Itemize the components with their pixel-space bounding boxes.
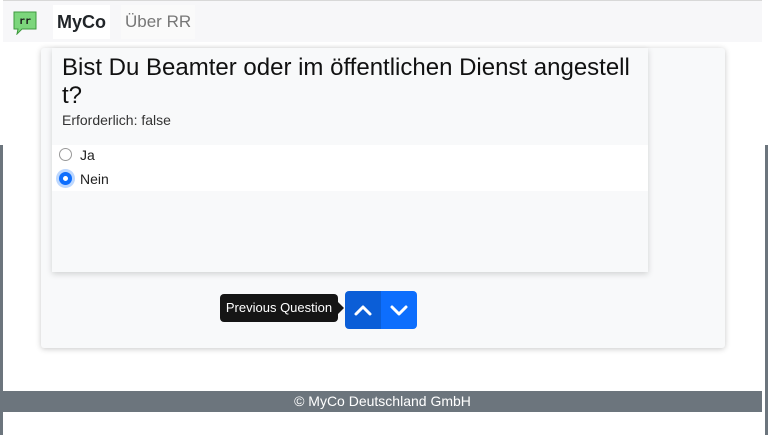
radio-ja[interactable] xyxy=(59,148,72,161)
nav-link-about[interactable]: Über RR xyxy=(121,5,196,39)
previous-question-button[interactable] xyxy=(345,291,381,329)
chevron-up-icon xyxy=(354,305,372,316)
logo-icon[interactable]: rr xyxy=(13,11,37,36)
navbar: rr MyCo Über RR xyxy=(3,0,762,42)
question-title: Bist Du Beamter oder im öffentlichen Die… xyxy=(62,54,630,109)
choice-label: Nein xyxy=(80,171,109,187)
question-panel: Bist Du Beamter oder im öffentlichen Die… xyxy=(52,48,648,272)
chevron-down-icon xyxy=(390,305,408,316)
svg-text:rr: rr xyxy=(19,16,31,27)
radio-nein[interactable] xyxy=(59,172,72,185)
footer: © MyCo Deutschland GmbH xyxy=(3,391,762,412)
next-question-button[interactable] xyxy=(381,291,417,329)
choice-label: Ja xyxy=(80,147,95,163)
choice-nein[interactable]: Nein xyxy=(59,169,259,189)
choice-ja[interactable]: Ja xyxy=(59,145,259,165)
required-label: Erforderlich: false xyxy=(62,112,171,128)
choice-list: Ja Nein xyxy=(52,145,648,191)
tooltip-arrow xyxy=(338,302,344,314)
previous-question-tooltip: Previous Question xyxy=(220,294,338,322)
brand-link[interactable]: MyCo xyxy=(53,5,110,39)
survey-card: Bist Du Beamter oder im öffentlichen Die… xyxy=(41,48,725,348)
